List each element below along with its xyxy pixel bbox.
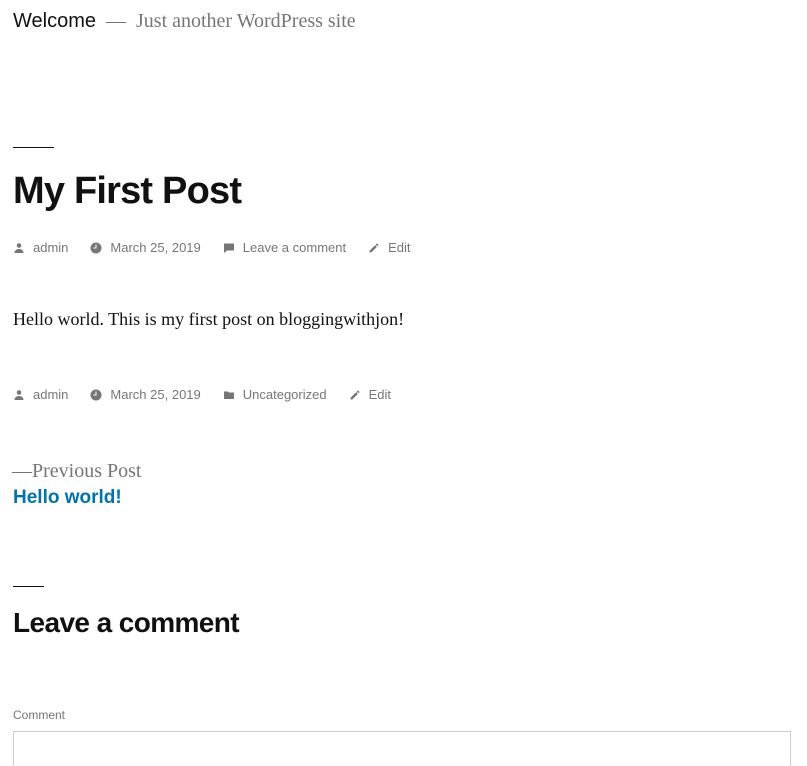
site-description: Just another WordPress site: [136, 10, 356, 32]
leave-comment-link[interactable]: Leave a comment: [243, 240, 346, 255]
post-meta-bottom: admin March 25, 2019 Uncategorized Edit: [13, 387, 413, 402]
site-title-link[interactable]: Welcome: [13, 10, 96, 33]
post-edit-meta: Edit: [368, 240, 411, 255]
folder-icon: [223, 389, 235, 401]
post-date-link[interactable]: March 25, 2019: [110, 240, 200, 255]
post-author-meta: admin: [13, 240, 68, 255]
post-date-meta: March 25, 2019: [90, 240, 201, 255]
person-icon: [13, 389, 25, 401]
post-author-link[interactable]: admin: [33, 240, 68, 255]
post-comment-meta: Leave a comment: [223, 240, 346, 255]
pencil-icon: [349, 389, 361, 401]
site-title-separator: —: [106, 10, 126, 32]
person-icon: [13, 242, 25, 254]
pencil-icon: [368, 242, 380, 254]
post-date-meta-bottom: March 25, 2019: [90, 387, 201, 402]
post-category-link[interactable]: Uncategorized: [243, 387, 327, 402]
edit-post-link-bottom[interactable]: Edit: [369, 387, 391, 402]
comment-textarea[interactable]: [13, 731, 791, 766]
site-header: Welcome — Just another WordPress site: [13, 10, 356, 33]
post-title-divider: [13, 147, 54, 148]
post-author-meta-bottom: admin: [13, 387, 68, 402]
edit-post-link-top[interactable]: Edit: [388, 240, 410, 255]
post-meta-top: admin March 25, 2019 Leave a comment Edi…: [13, 240, 433, 255]
post-author-link-bottom[interactable]: admin: [33, 387, 68, 402]
post-title: My First Post: [13, 170, 242, 212]
post-body: Hello world. This is my first post on bl…: [13, 309, 405, 329]
clock-icon: [90, 242, 102, 254]
post-category-meta: Uncategorized: [223, 387, 327, 402]
previous-post-link[interactable]: Hello world!: [13, 487, 122, 509]
comment-bubble-icon: [223, 242, 235, 254]
comments-title: Leave a comment: [13, 607, 240, 638]
post-date-link-bottom[interactable]: March 25, 2019: [110, 387, 200, 402]
comment-field-label: Comment: [13, 708, 66, 722]
post-edit-meta-bottom: Edit: [349, 387, 391, 402]
clock-icon: [90, 389, 102, 401]
comments-divider: [13, 586, 44, 587]
previous-post-label: —Previous Post: [12, 460, 142, 482]
